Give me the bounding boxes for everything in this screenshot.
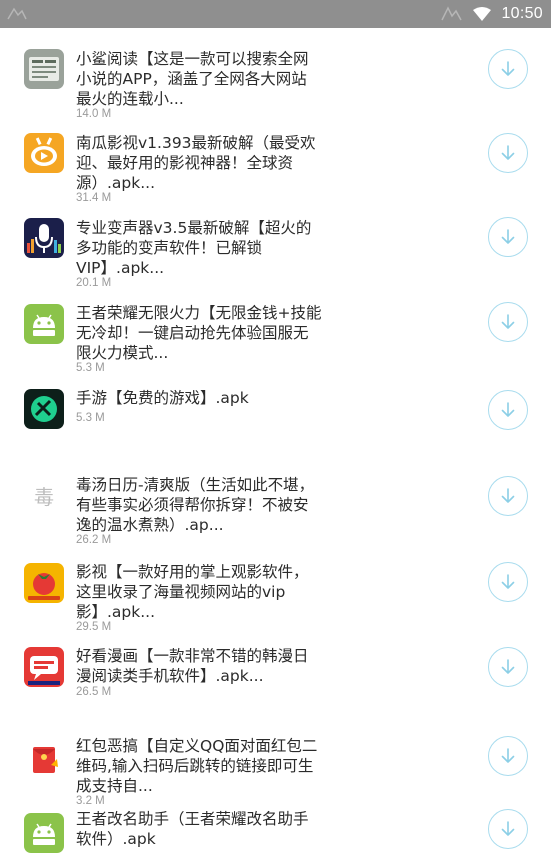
list-item[interactable]: 影视【一款好用的掌上观影软件， 这里收录了海量视频网站的vip 影】.apk..… <box>0 538 551 633</box>
app-title: 专业变声器v3.5最新破解【超火的 多功能的变声软件！已解锁 VIP】.apk.… <box>76 219 312 277</box>
clock-time: 10:50 <box>501 5 543 22</box>
download-arrow-icon <box>501 659 515 674</box>
status-bar: 10:50 <box>0 0 551 28</box>
list-item[interactable]: 手游【免费的游戏】.apk 5.3 M <box>0 368 551 446</box>
android-icon <box>24 304 64 344</box>
app-title: 王者荣耀无限火力【无限金钱+技能 无冷却！一键启动抢先体验国服无 限火力模式..… <box>76 304 322 362</box>
app-size: 5.3 M <box>76 412 105 424</box>
download-arrow-icon <box>501 145 515 160</box>
app-size: 26.5 M <box>76 686 112 698</box>
app-title: 毒汤日历-清爽版（生活如此不堪， 有些事实必须得帮你拆穿！不被安 逸的温水煮熟）… <box>76 476 315 534</box>
app-title: 好看漫画【一款非常不错的韩漫日 漫阅读类手机软件】.apk... <box>76 647 309 685</box>
app-title: 王者改名助手（王者荣耀改名助手 软件）.apk <box>76 810 309 848</box>
wifi-icon <box>473 7 492 21</box>
list-item[interactable]: 王者改名助手（王者荣耀改名助手 软件）.apk <box>0 803 551 855</box>
download-button[interactable] <box>488 217 528 257</box>
svg-text:毒: 毒 <box>34 485 54 509</box>
comic-icon <box>24 647 64 687</box>
download-button[interactable] <box>488 809 528 849</box>
calendar-glyph-icon: 毒 <box>24 477 64 517</box>
download-arrow-icon <box>501 314 515 329</box>
app-title: 南瓜影视v1.393最新破解（最受欢 迎、最好用的影视神器！全球资 源）.apk… <box>76 134 316 192</box>
list-item[interactable]: 王者荣耀无限火力【无限金钱+技能 无冷却！一键启动抢先体验国服无 限火力模式..… <box>0 283 551 374</box>
download-arrow-icon <box>501 821 515 836</box>
download-button[interactable] <box>488 302 528 342</box>
list-item[interactable]: 红包恶搞【自定义QQ面对面红包二 维码,输入扫码后跳转的链接即可生 成支持自..… <box>0 708 551 807</box>
app-title: 手游【免费的游戏】.apk <box>76 389 249 407</box>
download-button[interactable] <box>488 476 528 516</box>
download-button[interactable] <box>488 49 528 89</box>
app-title: 红包恶搞【自定义QQ面对面红包二 维码,输入扫码后跳转的链接即可生 成支持自..… <box>76 737 318 795</box>
list-item[interactable]: 南瓜影视v1.393最新破解（最受欢 迎、最好用的影视神器！全球资 源）.apk… <box>0 113 551 204</box>
app-download-list: 小鲨阅读【这是一款可以搜索全网 小说的APP，涵盖了全网各大网站 最火的连载小.… <box>0 28 551 855</box>
download-arrow-icon <box>501 229 515 244</box>
watermark-icon <box>441 6 463 21</box>
tomato-icon <box>24 563 64 603</box>
list-item[interactable]: 毒 毒汤日历-清爽版（生活如此不堪， 有些事实必须得帮你拆穿！不被安 逸的温水煮… <box>0 446 551 546</box>
download-button[interactable] <box>488 562 528 602</box>
book-reader-icon <box>24 49 64 89</box>
list-item[interactable]: 专业变声器v3.5最新破解【超火的 多功能的变声软件！已解锁 VIP】.apk.… <box>0 198 551 289</box>
red-envelope-icon <box>24 739 64 779</box>
download-arrow-icon <box>501 574 515 589</box>
download-arrow-icon <box>501 488 515 503</box>
download-arrow-icon <box>501 748 515 763</box>
watermark-icon <box>7 7 27 20</box>
list-item[interactable]: 好看漫画【一款非常不错的韩漫日 漫阅读类手机软件】.apk... 26.5 M <box>0 623 551 708</box>
download-arrow-icon <box>501 402 515 417</box>
list-item[interactable]: 小鲨阅读【这是一款可以搜索全网 小说的APP，涵盖了全网各大网站 最火的连载小.… <box>0 28 551 120</box>
android-icon <box>24 813 64 853</box>
microphone-icon <box>24 218 64 258</box>
download-arrow-icon <box>501 61 515 76</box>
game-logo-icon <box>24 389 64 429</box>
app-title: 小鲨阅读【这是一款可以搜索全网 小说的APP，涵盖了全网各大网站 最火的连载小.… <box>76 50 309 108</box>
download-button[interactable] <box>488 736 528 776</box>
app-title: 影视【一款好用的掌上观影软件， 这里收录了海量视频网站的vip 影】.apk..… <box>76 563 309 621</box>
download-button[interactable] <box>488 133 528 173</box>
download-button[interactable] <box>488 390 528 430</box>
video-player-icon <box>24 133 64 173</box>
download-button[interactable] <box>488 647 528 687</box>
